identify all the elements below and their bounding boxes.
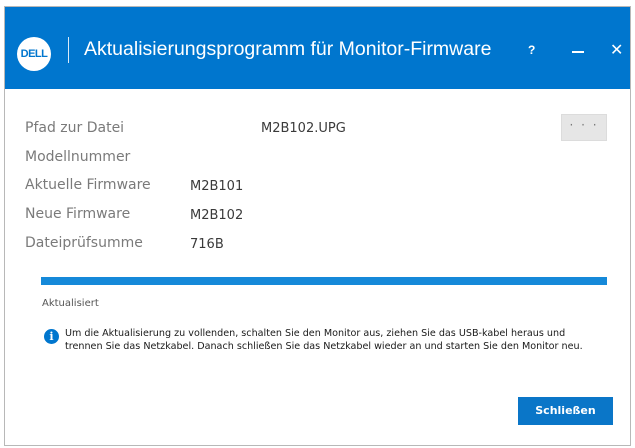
info-line-2: trennen Sie das Netzkabel. Danach schlie…	[65, 341, 583, 352]
file-path-label: Pfad zur Datei	[25, 120, 125, 136]
close-window-button[interactable]: ✕	[610, 40, 623, 60]
new-firmware-value: M2B102	[190, 208, 244, 223]
checksum-label: Dateiprüfsumme	[25, 235, 143, 251]
info-icon: i	[44, 329, 59, 344]
current-firmware-label: Aktuelle Firmware	[25, 177, 151, 193]
logo-text: DELL	[20, 48, 48, 60]
model-number-label: Modellnummer	[25, 149, 131, 165]
dell-logo: DELL	[17, 37, 51, 71]
window-title: Aktualisierungsprogramm für Monitor-Firm…	[84, 38, 492, 60]
info-line-1: Um die Aktualisierung zu vollenden, scha…	[65, 328, 566, 339]
current-firmware-value: M2B101	[190, 179, 244, 194]
checksum-value: 716B	[190, 237, 224, 252]
progress-fill	[41, 277, 607, 285]
minimize-button[interactable]	[572, 51, 584, 53]
info-message: Um die Aktualisierung zu vollenden, scha…	[65, 327, 605, 353]
progress-status: Aktualisiert	[42, 298, 99, 309]
close-button[interactable]: Schließen	[518, 397, 613, 425]
firmware-updater-window: DELL Aktualisierungsprogramm für Monitor…	[4, 6, 631, 446]
new-firmware-label: Neue Firmware	[25, 206, 131, 222]
progress-bar	[41, 277, 607, 285]
title-bar: DELL Aktualisierungsprogramm für Monitor…	[5, 7, 630, 89]
title-divider	[68, 37, 69, 63]
help-button[interactable]: ?	[528, 43, 535, 57]
browse-file-button[interactable]: · · ·	[561, 114, 607, 141]
file-path-value: M2B102.UPG	[261, 121, 346, 136]
